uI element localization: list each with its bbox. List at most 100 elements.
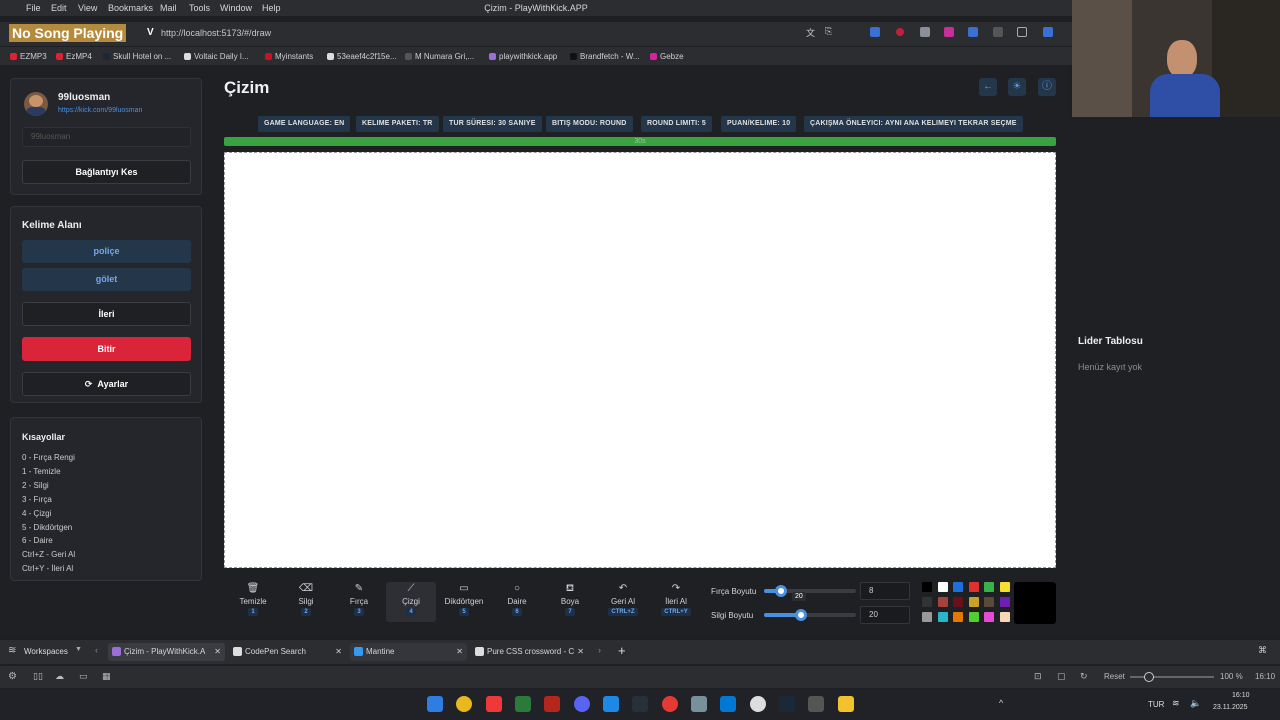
word-option-button[interactable]: poliçe <box>22 240 191 263</box>
extension-icon[interactable] <box>993 27 1003 37</box>
word-option-button[interactable]: gölet <box>22 268 191 291</box>
volume-icon[interactable]: 🔈 <box>1190 698 1201 709</box>
color-swatch[interactable] <box>968 597 979 607</box>
tab-crossword[interactable]: Pure CSS crossword - C ✕ <box>471 643 588 661</box>
color-swatch[interactable] <box>984 582 994 592</box>
reload-icon[interactable]: ↻ <box>1080 671 1088 682</box>
discord-icon[interactable] <box>574 696 590 712</box>
brush-size-input[interactable]: 8 <box>860 582 910 600</box>
tool-redo-button[interactable]: ↷ İleri Al CTRL+Y <box>651 582 701 622</box>
color-swatch[interactable] <box>953 612 963 622</box>
color-swatch[interactable] <box>999 597 1010 607</box>
extension-icon[interactable] <box>1043 27 1053 37</box>
tab-menu-icon[interactable]: ⌘ <box>1258 645 1267 656</box>
back-arrow-icon[interactable]: ← <box>979 78 997 96</box>
steam-icon[interactable] <box>779 696 795 712</box>
panel-toggle-icon[interactable]: ▯▯ <box>33 671 43 682</box>
capture-icon[interactable]: ⊡ <box>1034 671 1042 682</box>
info-icon[interactable]: ⓘ <box>1038 78 1056 96</box>
tool-rectangle-button[interactable]: ▭ Dikdörtgen 5 <box>439 582 489 622</box>
bookmark-icon[interactable]: ⎘ <box>825 26 832 37</box>
terminal-icon[interactable] <box>515 696 531 712</box>
bookmark-item[interactable]: Brandfetch - W... <box>570 52 640 61</box>
windows-start-icon[interactable] <box>427 696 443 712</box>
app-icon[interactable] <box>662 696 678 712</box>
tool-brush-button[interactable]: ✎ Fırça 3 <box>334 582 384 622</box>
chevron-down-icon[interactable]: ▼ <box>75 646 82 653</box>
color-swatch[interactable] <box>937 597 948 607</box>
tool-fill-button[interactable]: ⛾ Boya 7 <box>545 582 595 622</box>
zoom-slider-thumb[interactable] <box>1144 672 1154 682</box>
language-indicator[interactable]: TUR <box>1148 700 1164 709</box>
color-swatch[interactable] <box>922 612 932 622</box>
settings-gear-icon[interactable]: ⚙ <box>8 671 17 682</box>
eraser-size-thumb[interactable] <box>794 609 807 621</box>
color-swatch[interactable] <box>937 612 948 622</box>
color-swatch[interactable] <box>999 582 1010 592</box>
bookmark-item[interactable]: EzMP4 <box>56 52 92 61</box>
extension-icon[interactable] <box>968 27 978 37</box>
tool-line-button[interactable]: ⟋ Çizgi 4 <box>386 582 436 622</box>
settings-button[interactable]: ⟳ Ayarlar <box>22 372 191 396</box>
close-icon[interactable]: ✕ <box>335 643 342 661</box>
profile-link[interactable]: https://kick.com/99luosman <box>58 107 142 114</box>
color-swatch[interactable] <box>922 582 932 592</box>
shield-icon[interactable] <box>920 27 930 37</box>
extension-icon[interactable] <box>944 27 954 37</box>
close-icon[interactable]: ✕ <box>214 643 221 661</box>
chevron-left-icon[interactable]: ‹ <box>95 645 98 655</box>
chevron-up-icon[interactable]: ^ <box>999 698 1003 708</box>
disconnect-button[interactable]: Bağlantıyı Kes <box>22 160 191 184</box>
bookmark-item[interactable]: M Numara Gri,... <box>405 52 474 61</box>
tiling-icon[interactable]: ▢ <box>1057 671 1066 682</box>
extension-icon[interactable] <box>870 27 880 37</box>
color-swatch[interactable] <box>922 597 932 607</box>
color-swatch[interactable] <box>999 612 1010 622</box>
bookmark-item[interactable]: Voltaic Daily I... <box>184 52 249 61</box>
bookmark-item[interactable]: Skull Hotel on ... <box>103 52 171 61</box>
next-button[interactable]: İleri <box>22 302 191 326</box>
eraser-size-input[interactable]: 20 <box>860 606 910 624</box>
vivaldi-icon[interactable]: V <box>147 27 154 38</box>
folder-icon[interactable] <box>838 696 854 712</box>
bookmark-item[interactable]: EZMP3 <box>10 52 47 61</box>
zoom-slider[interactable] <box>1130 672 1214 682</box>
cloud-icon[interactable]: ☁ <box>55 671 64 682</box>
bookmark-item[interactable]: Gebze <box>650 52 684 61</box>
brush-size-slider[interactable] <box>764 585 856 597</box>
workspaces-icon[interactable]: ≋ <box>8 645 16 656</box>
wifi-icon[interactable]: ≋ <box>1172 698 1180 709</box>
tab-mantine[interactable]: Mantine ✕ <box>350 643 467 661</box>
eraser-size-slider[interactable] <box>764 609 856 621</box>
color-swatch[interactable] <box>968 582 979 592</box>
tool-eraser-button[interactable]: ⌫ Silgi 2 <box>281 582 331 622</box>
translate-icon[interactable]: 文 <box>806 26 815 39</box>
color-swatch[interactable] <box>984 612 994 622</box>
tool-clear-button[interactable]: 🗑 Temizle 1 <box>228 582 278 622</box>
close-icon[interactable]: ✕ <box>456 643 463 661</box>
calendar-icon[interactable]: ▦ <box>102 671 111 682</box>
bookmark-item[interactable]: 53eaef4c2f15e... <box>327 52 397 61</box>
color-swatch[interactable] <box>968 612 979 622</box>
app-icon[interactable] <box>750 696 766 712</box>
sun-icon[interactable]: ☀ <box>1008 78 1026 96</box>
color-swatch[interactable] <box>937 582 948 592</box>
color-swatch[interactable] <box>984 597 994 607</box>
tool-undo-button[interactable]: ↶ Geri Al CTRL+Z <box>598 582 648 622</box>
url-field[interactable]: http://localhost:5173/#/draw <box>161 28 271 38</box>
username-input[interactable]: 99luosman <box>22 127 191 147</box>
color-swatch[interactable] <box>953 597 963 607</box>
clock-time[interactable]: 16:10 <box>1232 692 1250 699</box>
app-icon[interactable] <box>808 696 824 712</box>
app-icon[interactable] <box>691 696 707 712</box>
extension-icon[interactable] <box>896 28 904 36</box>
workspaces-button[interactable]: Workspaces <box>24 647 68 656</box>
panel-icon[interactable] <box>1017 27 1027 37</box>
new-tab-icon[interactable]: + <box>618 643 626 658</box>
bookmark-item[interactable]: Myinstants <box>265 52 313 61</box>
reset-zoom-button[interactable]: Reset <box>1104 672 1125 681</box>
app-icon[interactable] <box>632 696 648 712</box>
chrome-icon[interactable] <box>456 696 472 712</box>
chevron-right-icon[interactable]: › <box>598 645 601 655</box>
tool-circle-button[interactable]: ○ Daire 6 <box>492 582 542 622</box>
